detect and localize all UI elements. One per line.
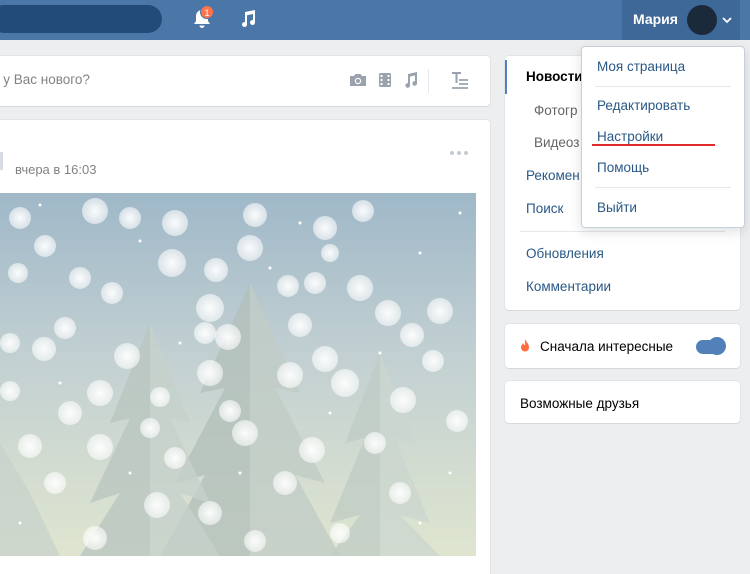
- menu-divider: [595, 86, 731, 87]
- music-icon[interactable]: [238, 9, 258, 29]
- post-time[interactable]: вчера в 16:03: [15, 162, 96, 177]
- menu-item-settings[interactable]: Настройки: [597, 129, 663, 144]
- flame-icon: [521, 339, 529, 352]
- nav-divider: [520, 231, 725, 232]
- nav-item-recommendations[interactable]: Рекомен: [526, 168, 580, 183]
- chevron-down-icon[interactable]: [721, 14, 733, 26]
- video-icon[interactable]: [375, 70, 395, 90]
- post-author-avatar[interactable]: [0, 152, 3, 170]
- compose-placeholder[interactable]: о у Вас нового?: [0, 72, 90, 87]
- more-icon[interactable]: [448, 149, 470, 157]
- compose-box[interactable]: о у Вас нового?: [0, 56, 490, 106]
- possible-friends-label[interactable]: Возможные друзья: [520, 396, 639, 411]
- menu-item-edit[interactable]: Редактировать: [597, 98, 690, 113]
- camera-icon[interactable]: [348, 70, 368, 90]
- nav-item-photos[interactable]: Фотогр: [534, 103, 577, 118]
- interest-first-label: Сначала интересные: [540, 339, 674, 354]
- text-format-icon[interactable]: [450, 70, 470, 90]
- menu-item-my-page[interactable]: Моя страница: [597, 59, 685, 74]
- menu-item-logout[interactable]: Выйти: [597, 200, 637, 215]
- settings-highlight-underline: [592, 144, 715, 146]
- nav-active-indicator: [505, 60, 507, 94]
- notification-badge: 1: [200, 5, 214, 19]
- menu-item-help[interactable]: Помощь: [597, 160, 649, 175]
- audio-icon[interactable]: [401, 70, 421, 90]
- nav-item-videos[interactable]: Видеоз: [534, 135, 579, 150]
- interest-first-toggle-knob[interactable]: [708, 337, 726, 355]
- search-input[interactable]: [0, 5, 162, 33]
- nav-item-search[interactable]: Поиск: [526, 201, 563, 216]
- nav-item-comments[interactable]: Комментарии: [526, 279, 611, 294]
- nav-item-updates[interactable]: Обновления: [526, 246, 604, 261]
- compose-divider: [428, 69, 429, 93]
- menu-divider: [595, 187, 731, 188]
- nav-item-news[interactable]: Новости: [526, 69, 583, 84]
- profile-name[interactable]: Мария: [633, 11, 678, 27]
- avatar[interactable]: [687, 5, 717, 35]
- post-image[interactable]: [0, 193, 476, 556]
